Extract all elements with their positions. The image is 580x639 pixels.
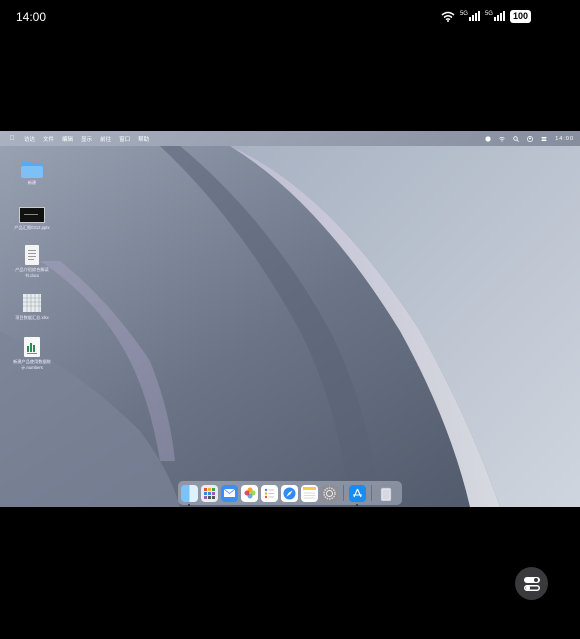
search-icon[interactable] bbox=[513, 135, 520, 142]
mac-screen:  访达 文件 编辑 显示 前往 窗口 帮助 14:00 新建 产品汇报0312… bbox=[0, 131, 580, 507]
menu-view[interactable]: 显示 bbox=[81, 135, 92, 143]
desktop-item-folder[interactable]: 新建 bbox=[8, 161, 56, 186]
wallpaper bbox=[0, 131, 580, 507]
docx-icon bbox=[25, 245, 39, 265]
floating-control-button[interactable] bbox=[515, 567, 548, 600]
toggle-switches-icon bbox=[523, 576, 540, 591]
running-indicator bbox=[356, 503, 358, 506]
safari-icon[interactable] bbox=[281, 484, 298, 502]
cellular-signal-icon-2: 5G bbox=[485, 11, 505, 21]
folder-icon bbox=[21, 161, 43, 178]
menu-help[interactable]: 帮助 bbox=[138, 135, 149, 143]
menu-bar-extras: 14:00 bbox=[485, 131, 574, 146]
network-type-1: 5G bbox=[459, 11, 468, 17]
trash-icon[interactable] bbox=[377, 485, 394, 502]
app-store-icon[interactable] bbox=[349, 484, 366, 506]
finder-icon[interactable] bbox=[181, 484, 198, 506]
menu-window[interactable]: 窗口 bbox=[119, 135, 130, 143]
menu-bar-clock[interactable]: 14:00 bbox=[555, 136, 574, 142]
dock bbox=[178, 481, 402, 506]
desktop-item-numbers[interactable]: 新建产品使用数据统 计.numbers bbox=[8, 337, 56, 370]
desktop-item-xlsx[interactable]: 项目数据汇总.xlsx bbox=[8, 293, 56, 321]
mail-icon[interactable] bbox=[221, 484, 238, 502]
network-type-2: 5G bbox=[484, 11, 493, 17]
desktop-item-label: 新建 bbox=[27, 180, 37, 185]
focus-icon[interactable] bbox=[485, 135, 491, 142]
cellular-signal-icon: 5G bbox=[460, 11, 480, 21]
desktop-item-label: 新建产品使用数据统 计.numbers bbox=[13, 359, 51, 370]
launchpad-icon[interactable] bbox=[201, 484, 218, 502]
desktop-item-label: 项目数据汇总.xlsx bbox=[15, 315, 49, 320]
notes-icon[interactable] bbox=[301, 484, 318, 502]
menu-go[interactable]: 前往 bbox=[100, 135, 111, 143]
photos-icon[interactable] bbox=[241, 484, 258, 502]
phone-time: 14:00 bbox=[16, 10, 47, 24]
menu-finder[interactable]: 访达 bbox=[24, 135, 35, 143]
reminders-icon[interactable] bbox=[261, 484, 278, 502]
desktop-item-label: 产品介绍综合解读 书.docx bbox=[15, 267, 49, 278]
user-icon[interactable] bbox=[527, 135, 534, 142]
desktop-item-label: 产品汇报0312.pptx bbox=[14, 225, 50, 230]
pptx-icon bbox=[19, 207, 45, 223]
apple-logo-icon[interactable]:  bbox=[8, 135, 16, 142]
battery-icon: 100 bbox=[509, 9, 531, 23]
control-center-icon[interactable] bbox=[541, 136, 547, 142]
wifi-signal-icon bbox=[441, 11, 455, 22]
wifi-icon[interactable] bbox=[499, 136, 506, 142]
menu-edit[interactable]: 编辑 bbox=[62, 135, 73, 143]
phone-status-icons: 5G 5G 100 bbox=[441, 9, 531, 23]
running-indicator bbox=[188, 503, 190, 506]
numbers-icon bbox=[24, 337, 40, 357]
dock-separator bbox=[343, 485, 344, 501]
xlsx-icon bbox=[22, 293, 42, 313]
menu-file[interactable]: 文件 bbox=[43, 135, 54, 143]
phone-status-bar: 14:00 5G 5G 100 bbox=[0, 0, 580, 32]
desktop-item-pptx[interactable]: 产品汇报0312.pptx bbox=[8, 207, 56, 231]
desktop-item-docx[interactable]: 产品介绍综合解读 书.docx bbox=[8, 245, 56, 278]
settings-icon[interactable] bbox=[321, 484, 338, 502]
mac-menu-bar:  访达 文件 编辑 显示 前往 窗口 帮助 14:00 bbox=[0, 131, 580, 146]
dock-separator bbox=[371, 485, 372, 501]
